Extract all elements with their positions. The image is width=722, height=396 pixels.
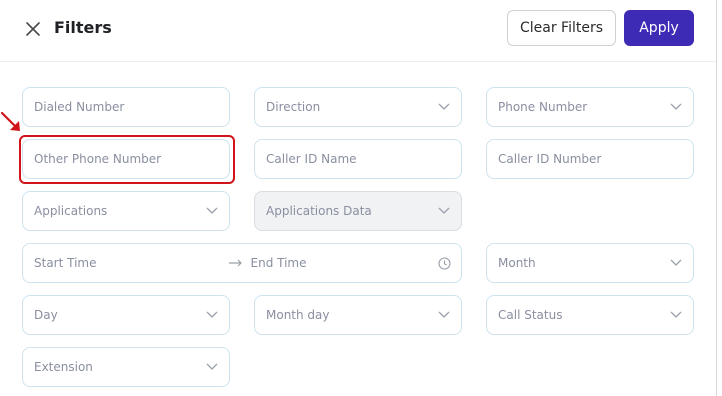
- end-time-input[interactable]: End Time: [251, 256, 438, 270]
- chevron-down-icon: [205, 360, 219, 374]
- clear-filters-button[interactable]: Clear Filters: [507, 10, 616, 46]
- close-icon: [26, 22, 40, 36]
- chevron-down-icon: [669, 308, 683, 322]
- caller-id-number-placeholder: Caller ID Number: [498, 152, 602, 166]
- day-placeholder: Day: [34, 308, 58, 322]
- applications-data-placeholder: Applications Data: [266, 204, 372, 218]
- time-range-picker[interactable]: Start Time End Time: [22, 243, 462, 283]
- caller-id-name-input[interactable]: Caller ID Name: [254, 139, 462, 179]
- chevron-down-icon: [437, 204, 451, 218]
- month-placeholder: Month: [498, 256, 536, 270]
- month-select[interactable]: Month: [486, 243, 694, 283]
- chevron-down-icon: [205, 204, 219, 218]
- phone-number-select[interactable]: Phone Number: [486, 87, 694, 127]
- caller-id-number-input[interactable]: Caller ID Number: [486, 139, 694, 179]
- window-edge: [716, 0, 722, 396]
- apply-button[interactable]: Apply: [624, 10, 694, 46]
- chevron-down-icon: [669, 256, 683, 270]
- filters-header: Filters Clear Filters Apply: [0, 0, 716, 62]
- other-phone-number-input[interactable]: Other Phone Number: [22, 139, 230, 179]
- dialed-number-input[interactable]: Dialed Number: [22, 87, 230, 127]
- month-day-placeholder: Month day: [266, 308, 330, 322]
- filters-panel: Filters Clear Filters Apply Dialed Numbe…: [0, 0, 716, 396]
- chevron-down-icon: [437, 100, 451, 114]
- other-phone-number-placeholder: Other Phone Number: [34, 152, 162, 166]
- day-select[interactable]: Day: [22, 295, 230, 335]
- direction-select[interactable]: Direction: [254, 87, 462, 127]
- page-title: Filters: [54, 18, 112, 37]
- extension-placeholder: Extension: [34, 360, 93, 374]
- clock-icon: [437, 256, 451, 270]
- annotation-arrow-icon: [0, 111, 20, 131]
- call-status-placeholder: Call Status: [498, 308, 563, 322]
- chevron-down-icon: [205, 308, 219, 322]
- chevron-down-icon: [669, 100, 683, 114]
- close-button[interactable]: [22, 18, 44, 40]
- chevron-down-icon: [437, 308, 451, 322]
- call-status-select[interactable]: Call Status: [486, 295, 694, 335]
- applications-select[interactable]: Applications: [22, 191, 230, 231]
- month-day-select[interactable]: Month day: [254, 295, 462, 335]
- dialed-number-placeholder: Dialed Number: [34, 100, 125, 114]
- extension-select[interactable]: Extension: [22, 347, 230, 387]
- start-time-input[interactable]: Start Time: [34, 256, 221, 270]
- arrow-right-icon: [228, 259, 243, 267]
- phone-number-placeholder: Phone Number: [498, 100, 588, 114]
- caller-id-name-placeholder: Caller ID Name: [266, 152, 357, 166]
- applications-data-select: Applications Data: [254, 191, 462, 231]
- direction-placeholder: Direction: [266, 100, 321, 114]
- applications-placeholder: Applications: [34, 204, 108, 218]
